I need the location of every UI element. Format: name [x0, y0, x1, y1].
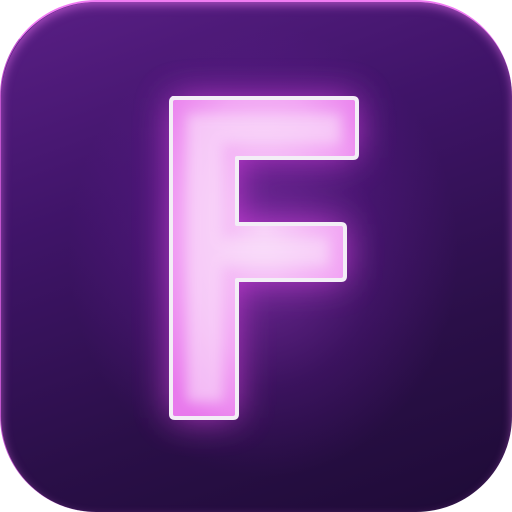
app-icon[interactable]: F	[0, 0, 512, 512]
neon-letter-f-icon	[169, 96, 359, 420]
